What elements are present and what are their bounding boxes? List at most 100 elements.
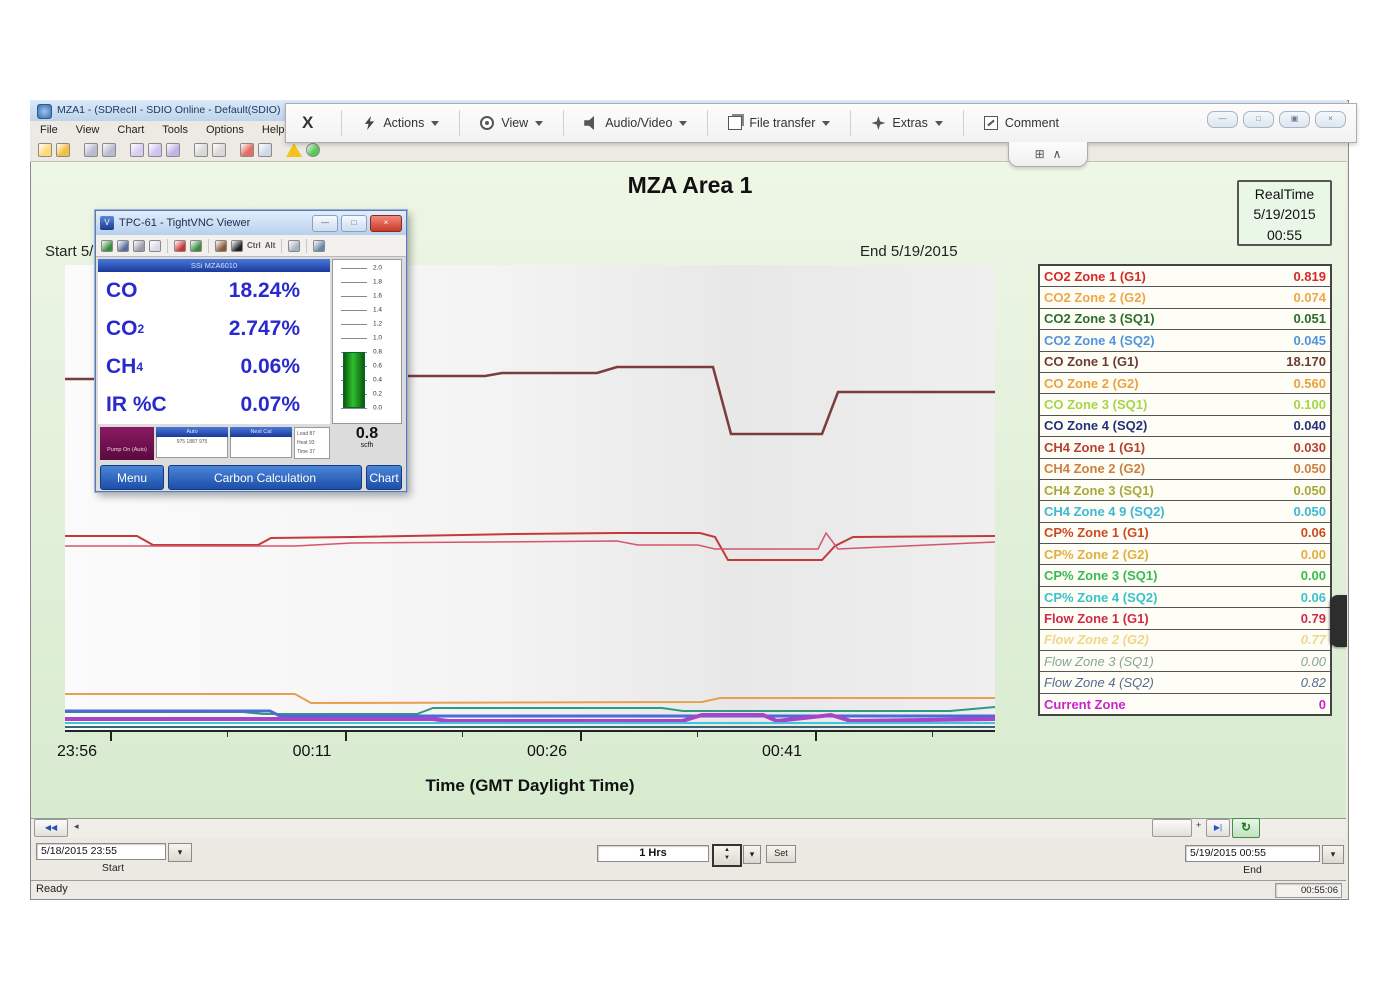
session-extras-button[interactable]: Extras — [861, 116, 952, 130]
legend-row[interactable]: CO Zone 2 (G2)0.560 — [1040, 373, 1330, 394]
duration-dropdown[interactable]: ▾ — [743, 845, 761, 864]
step-back-button[interactable]: ◀◀ — [34, 819, 68, 837]
refresh-icon[interactable] — [190, 240, 202, 252]
zoom-in-icon[interactable] — [313, 240, 325, 252]
pause-icon[interactable] — [174, 240, 186, 252]
legend-row[interactable]: CP% Zone 3 (SQ1)0.00 — [1040, 565, 1330, 586]
divider — [306, 239, 307, 253]
legend-row[interactable]: CO2 Zone 2 (G2)0.074 — [1040, 287, 1330, 308]
legend-row[interactable]: CO2 Zone 4 (SQ2)0.045 — [1040, 330, 1330, 351]
menu-options[interactable]: Options — [206, 124, 244, 136]
extras-icon — [871, 116, 885, 130]
session-close-button[interactable]: × — [1315, 111, 1346, 128]
pen-alt-icon[interactable] — [212, 143, 226, 157]
go-icon[interactable] — [306, 143, 320, 157]
vnc-remote-screen[interactable]: SSi MZA6010 CO18.24%CO22.747%CH40.06%IR … — [96, 257, 406, 491]
alt-key[interactable]: Alt — [265, 241, 276, 250]
legend-row[interactable]: CH4 Zone 2 (G2)0.050 — [1040, 459, 1330, 480]
legend-row[interactable]: CH4 Zone 1 (G1)0.030 — [1040, 437, 1330, 458]
report-icon[interactable] — [148, 143, 162, 157]
start-calendar-dropdown[interactable]: ▾ — [168, 843, 192, 862]
session-restore-button[interactable]: □ — [1243, 111, 1274, 128]
divider — [281, 239, 282, 253]
ctrl-key[interactable]: Ctrl — [247, 241, 261, 250]
session-audio-video-button[interactable]: Audio/Video — [574, 116, 697, 130]
vnc-maximize-button[interactable]: □ — [341, 215, 367, 232]
vnc-close-button[interactable]: × — [370, 215, 402, 232]
duration-input[interactable]: 1 Hrs — [597, 845, 709, 862]
start-datetime-input[interactable]: 5/18/2015 23:55 — [36, 843, 166, 860]
send-keys-icon[interactable] — [231, 240, 243, 252]
legend-row[interactable]: CP% Zone 2 (G2)0.00 — [1040, 544, 1330, 565]
legend-row[interactable]: CO Zone 3 (SQ1)0.100 — [1040, 394, 1330, 415]
menu-tools[interactable]: Tools — [162, 124, 188, 136]
expand-toolbar-icon[interactable]: ⊞ — [1035, 147, 1045, 161]
legend-row[interactable]: Current Zone0 — [1040, 694, 1330, 714]
end-datetime-input[interactable]: 5/19/2015 00:55 — [1185, 845, 1320, 862]
vnc-minimize-button[interactable]: — — [312, 215, 338, 232]
save-all-icon[interactable] — [102, 143, 116, 157]
carbon-calculation-button[interactable]: Carbon Calculation — [168, 465, 362, 490]
open-folder-icon[interactable] — [56, 143, 70, 157]
sheet-icon[interactable] — [130, 143, 144, 157]
connection-options-icon[interactable] — [133, 240, 145, 252]
chart-button[interactable]: Chart — [366, 465, 402, 490]
time-scrollbar[interactable] — [31, 818, 1346, 840]
legend-row[interactable]: CO Zone 1 (G1)18.170 — [1040, 352, 1330, 373]
pump-status-box[interactable]: Pump On (Auto) — [100, 427, 154, 460]
session-minimize-button[interactable]: — — [1207, 111, 1238, 128]
gauge-fill-bar — [343, 352, 365, 408]
set-button[interactable]: Set — [766, 845, 796, 863]
grid-icon[interactable] — [240, 143, 254, 157]
menu-help[interactable]: Help — [262, 124, 285, 136]
session-view-button[interactable]: View — [470, 116, 553, 130]
duration-spinner[interactable]: ▲▼ — [712, 844, 742, 867]
toolbar-collapse-tab[interactable]: ⊞∧ — [1008, 142, 1088, 167]
new-file-icon[interactable] — [38, 143, 52, 157]
save-icon[interactable] — [84, 143, 98, 157]
save-session-icon[interactable] — [117, 240, 129, 252]
session-item-label: View — [501, 116, 528, 130]
legend-row[interactable]: CO2 Zone 1 (G1)0.819 — [1040, 266, 1330, 287]
vnc-titlebar[interactable]: V TPC-61 - TightVNC Viewer —□× — [96, 211, 406, 235]
legend-row[interactable]: CH4 Zone 4 9 (SQ2)0.050 — [1040, 501, 1330, 522]
legend-row[interactable]: Flow Zone 2 (G2)0.77 — [1040, 630, 1330, 651]
legend-row[interactable]: Flow Zone 4 (SQ2)0.82 — [1040, 672, 1330, 693]
scroll-right-arrow[interactable]: + — [1196, 820, 1201, 830]
menu-view[interactable]: View — [76, 124, 100, 136]
app-title: MZA1 - (SDRecII - SDIO Online - Default(… — [57, 104, 280, 116]
legend-row[interactable]: CP% Zone 4 (SQ2)0.06 — [1040, 587, 1330, 608]
clipboard-icon[interactable] — [288, 240, 300, 252]
session-comment-button[interactable]: Comment — [974, 116, 1069, 130]
connection-info-icon[interactable] — [149, 240, 161, 252]
legend-row[interactable]: CO2 Zone 3 (SQ1)0.051 — [1040, 309, 1330, 330]
legend-row[interactable]: CO Zone 4 (SQ2)0.040 — [1040, 416, 1330, 437]
legend-row[interactable]: CH4 Zone 3 (SQ1)0.050 — [1040, 480, 1330, 501]
legend-row[interactable]: Flow Zone 1 (G1)0.79 — [1040, 608, 1330, 629]
scroll-left-arrow[interactable]: ◂ — [74, 821, 79, 832]
end-calendar-dropdown[interactable]: ▾ — [1322, 845, 1344, 864]
session-actions-button[interactable]: Actions — [352, 116, 449, 130]
warning-icon[interactable] — [286, 143, 302, 157]
pen-icon[interactable] — [194, 143, 208, 157]
info-cell-1-header: Auto — [156, 427, 228, 437]
session-fullscreen-button[interactable]: ▣ — [1279, 111, 1310, 128]
legend-label: CO Zone 2 (G2) — [1044, 376, 1139, 391]
export-icon[interactable] — [166, 143, 180, 157]
screenshot-icon[interactable] — [215, 240, 227, 252]
step-forward-button[interactable]: ▶| — [1206, 819, 1230, 837]
reconnect-icon[interactable] — [101, 240, 113, 252]
search-icon[interactable] — [258, 143, 272, 157]
menu-button[interactable]: Menu — [100, 465, 164, 490]
session-file-transfer-button[interactable]: File transfer — [718, 116, 840, 130]
legend-row[interactable]: CP% Zone 1 (G1)0.06 — [1040, 523, 1330, 544]
legend-row[interactable]: Flow Zone 3 (SQ1)0.00 — [1040, 651, 1330, 672]
menu-file[interactable]: File — [40, 124, 58, 136]
go-refresh-button[interactable]: ↻ — [1232, 818, 1260, 838]
scroll-thumb-button[interactable] — [1152, 819, 1192, 837]
menu-chart[interactable]: Chart — [117, 124, 144, 136]
collapse-toolbar-icon[interactable]: ∧ — [1053, 147, 1062, 161]
gas-label: CO — [106, 279, 138, 303]
edge-tab[interactable] — [1330, 595, 1347, 647]
gas-label-subscript: 2 — [138, 322, 145, 336]
